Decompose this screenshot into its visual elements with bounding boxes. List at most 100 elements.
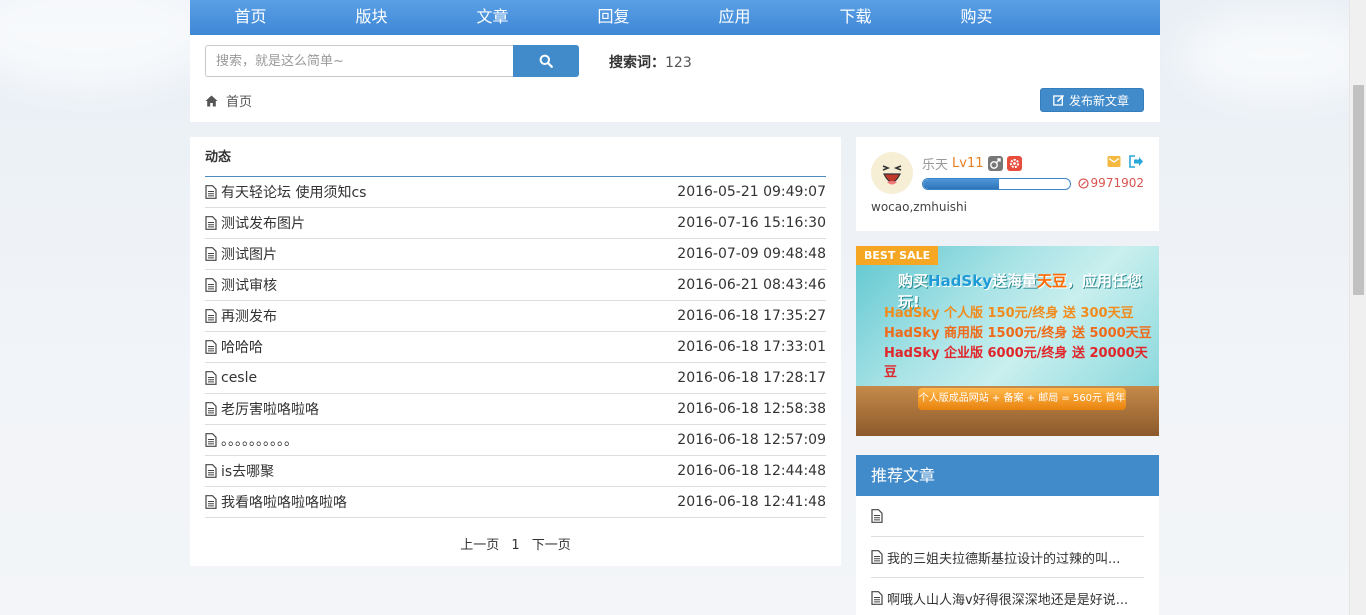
current-page[interactable]: 1 (511, 538, 519, 553)
list-item[interactable] (871, 496, 1144, 537)
background-cloud (0, 0, 220, 90)
activity-title: 动态 (205, 137, 826, 177)
search-words-value[interactable]: 123 (665, 55, 692, 71)
prev-page-link[interactable]: 上一页 (460, 538, 499, 553)
banner-line-personal: HadSky 个人版 150元/终身 送 300天豆 (884, 306, 1134, 321)
post-article-button[interactable]: 发布新文章 (1039, 88, 1144, 112)
header-panel: 搜索词：123 首页 发布新文章 (190, 35, 1160, 122)
search-input[interactable] (205, 45, 514, 77)
document-icon (205, 185, 217, 199)
user-signature: wocao,zmhuishi (871, 200, 967, 214)
breadcrumb-home[interactable]: 首页 (226, 91, 252, 110)
list-item-time: 2016-06-18 12:41:48 (677, 494, 826, 510)
list-item-title: 哈哈哈 (221, 340, 263, 356)
main-nav: 首页 版块 文章 回复 应用 下载 购买 (190, 0, 1160, 35)
list-item-link[interactable]: cesle (205, 370, 257, 386)
banner-brand: HadSky (928, 272, 992, 290)
user-points-value: 9971902 (1090, 176, 1144, 190)
list-item-link[interactable]: 有天轻论坛 使用须知cs (205, 182, 366, 202)
list-item-time: 2016-07-16 15:16:30 (677, 215, 826, 231)
list-item: is去哪聚 2016-06-18 12:44:48 (205, 456, 826, 487)
document-icon (205, 216, 217, 230)
list-item-title: 测试审核 (221, 278, 277, 294)
document-icon (205, 309, 217, 323)
page-scrollbar[interactable] (1349, 0, 1366, 615)
list-item-link[interactable]: 我看咯啦咯啦咯啦咯 (205, 492, 347, 512)
document-icon (205, 371, 217, 385)
list-item-time: 2016-06-21 08:43:46 (677, 277, 826, 293)
list-item: 测试发布图片 2016-07-16 15:16:30 (205, 208, 826, 239)
list-item-time: 2016-06-18 17:33:01 (677, 339, 826, 355)
list-item-link[interactable]: 哈哈哈 (205, 337, 263, 357)
nav-item-home[interactable]: 首页 (190, 0, 311, 35)
logout-icon[interactable] (1129, 155, 1144, 168)
list-item[interactable]: 我的三姐夫拉德斯基拉设计的过辣的叫... (871, 537, 1144, 578)
list-item-time: 2016-06-18 17:35:27 (677, 308, 826, 324)
banner-line-enterprise: HadSky 企业版 6000元/终身 送 20000天豆 (884, 346, 1148, 380)
search-button[interactable] (513, 45, 579, 77)
gender-icon (987, 156, 1003, 171)
user-actions (1107, 155, 1144, 168)
user-name[interactable]: 乐天 (922, 154, 948, 173)
user-card: 乐天 Lv11 9971902 wocao,zmhuishi (856, 137, 1159, 231)
list-item-time: 2016-06-18 12:44:48 (677, 463, 826, 479)
document-icon (871, 550, 883, 564)
nav-item-replies[interactable]: 回复 (553, 0, 674, 35)
nav-item-apps[interactable]: 应用 (674, 0, 795, 35)
document-icon (871, 591, 883, 605)
list-item: 有天轻论坛 使用须知cs 2016-05-21 09:49:07 (205, 177, 826, 208)
search-icon (539, 54, 553, 68)
banner-pill: 个人版成品网站 + 备案 + 邮局 = 560元 首年 (918, 388, 1126, 410)
list-item-link[interactable]: 。。。。。。。。。。 (205, 430, 298, 450)
list-item: 。。。。。。。。。。 2016-06-18 12:57:09 (205, 425, 826, 456)
list-item-title: cesle (221, 370, 258, 386)
list-item-link[interactable]: 测试发布图片 (205, 213, 305, 233)
experience-progress-bar (922, 178, 1071, 190)
nav-item-boards[interactable]: 版块 (311, 0, 432, 35)
document-icon (205, 340, 217, 354)
recommended-item-title: 啊哦人山人海v好得很深深地还是是好说... (887, 592, 1129, 608)
list-item: 测试审核 2016-06-21 08:43:46 (205, 270, 826, 301)
list-item-title: 测试图片 (221, 247, 277, 263)
list-item-time: 2016-06-18 12:57:09 (677, 432, 826, 448)
settings-gear-icon[interactable] (1006, 156, 1022, 171)
list-item-link[interactable]: 再测发布 (205, 306, 277, 326)
list-item[interactable]: 啊哦人山人海v好得很深深地还是是好说... (871, 578, 1144, 615)
nav-item-articles[interactable]: 文章 (432, 0, 553, 35)
nav-item-buy[interactable]: 购买 (916, 0, 1037, 35)
promo-banner[interactable]: BEST SALE 购买HadSky送海量天豆，应用任您玩! HadSky 个人… (856, 246, 1159, 436)
home-icon (205, 95, 218, 106)
list-item: 测试图片 2016-07-09 09:48:48 (205, 239, 826, 270)
list-item-link[interactable]: 测试图片 (205, 244, 277, 264)
list-item-link[interactable]: 测试审核 (205, 275, 277, 295)
activity-list: 有天轻论坛 使用须知cs 2016-05-21 09:49:07 测试发布图片 20… (205, 177, 826, 518)
mail-icon[interactable] (1107, 155, 1121, 168)
recommended-panel: 推荐文章 我的三姐夫拉德斯基拉设计的过辣的叫... 啊哦人山人海v好得很深深地还… (856, 455, 1159, 615)
document-icon (205, 278, 217, 292)
list-item-time: 2016-05-21 09:49:07 (677, 184, 826, 200)
search-words-label: 搜索词： (609, 55, 665, 71)
list-item-link[interactable]: is去哪聚 (205, 461, 274, 481)
list-item-title: 老厉害啦咯啦咯 (221, 402, 319, 418)
document-icon (205, 495, 217, 509)
list-item-title: 我看咯啦咯啦咯啦咯 (221, 495, 347, 511)
list-item-link[interactable]: 老厉害啦咯啦咯 (205, 399, 319, 419)
banner-headline-part: 送海量 (992, 272, 1038, 290)
recommended-list: 我的三姐夫拉德斯基拉设计的过辣的叫... 啊哦人山人海v好得很深深地还是是好说.… (856, 496, 1159, 615)
list-item: 哈哈哈 2016-06-18 17:33:01 (205, 332, 826, 363)
list-item: 我看咯啦咯啦咯啦咯 2016-06-18 12:41:48 (205, 487, 826, 518)
pagination: 上一页 1 下一页 (205, 534, 826, 553)
list-item: 老厉害啦咯啦咯 2016-06-18 12:58:38 (205, 394, 826, 425)
scrollbar-thumb[interactable] (1353, 85, 1364, 295)
coin-icon (1077, 177, 1089, 189)
document-icon (205, 433, 217, 447)
document-icon (871, 509, 883, 523)
banner-line-commercial: HadSky 商用版 1500元/终身 送 5000天豆 (884, 326, 1152, 341)
next-page-link[interactable]: 下一页 (532, 538, 571, 553)
avatar[interactable] (871, 152, 913, 194)
document-icon (205, 402, 217, 416)
edit-icon (1053, 94, 1065, 106)
nav-item-downloads[interactable]: 下载 (795, 0, 916, 35)
banner-headline-highlight: 天豆 (1037, 272, 1068, 290)
list-item-title: 。。。。。。。。。。 (221, 433, 298, 449)
